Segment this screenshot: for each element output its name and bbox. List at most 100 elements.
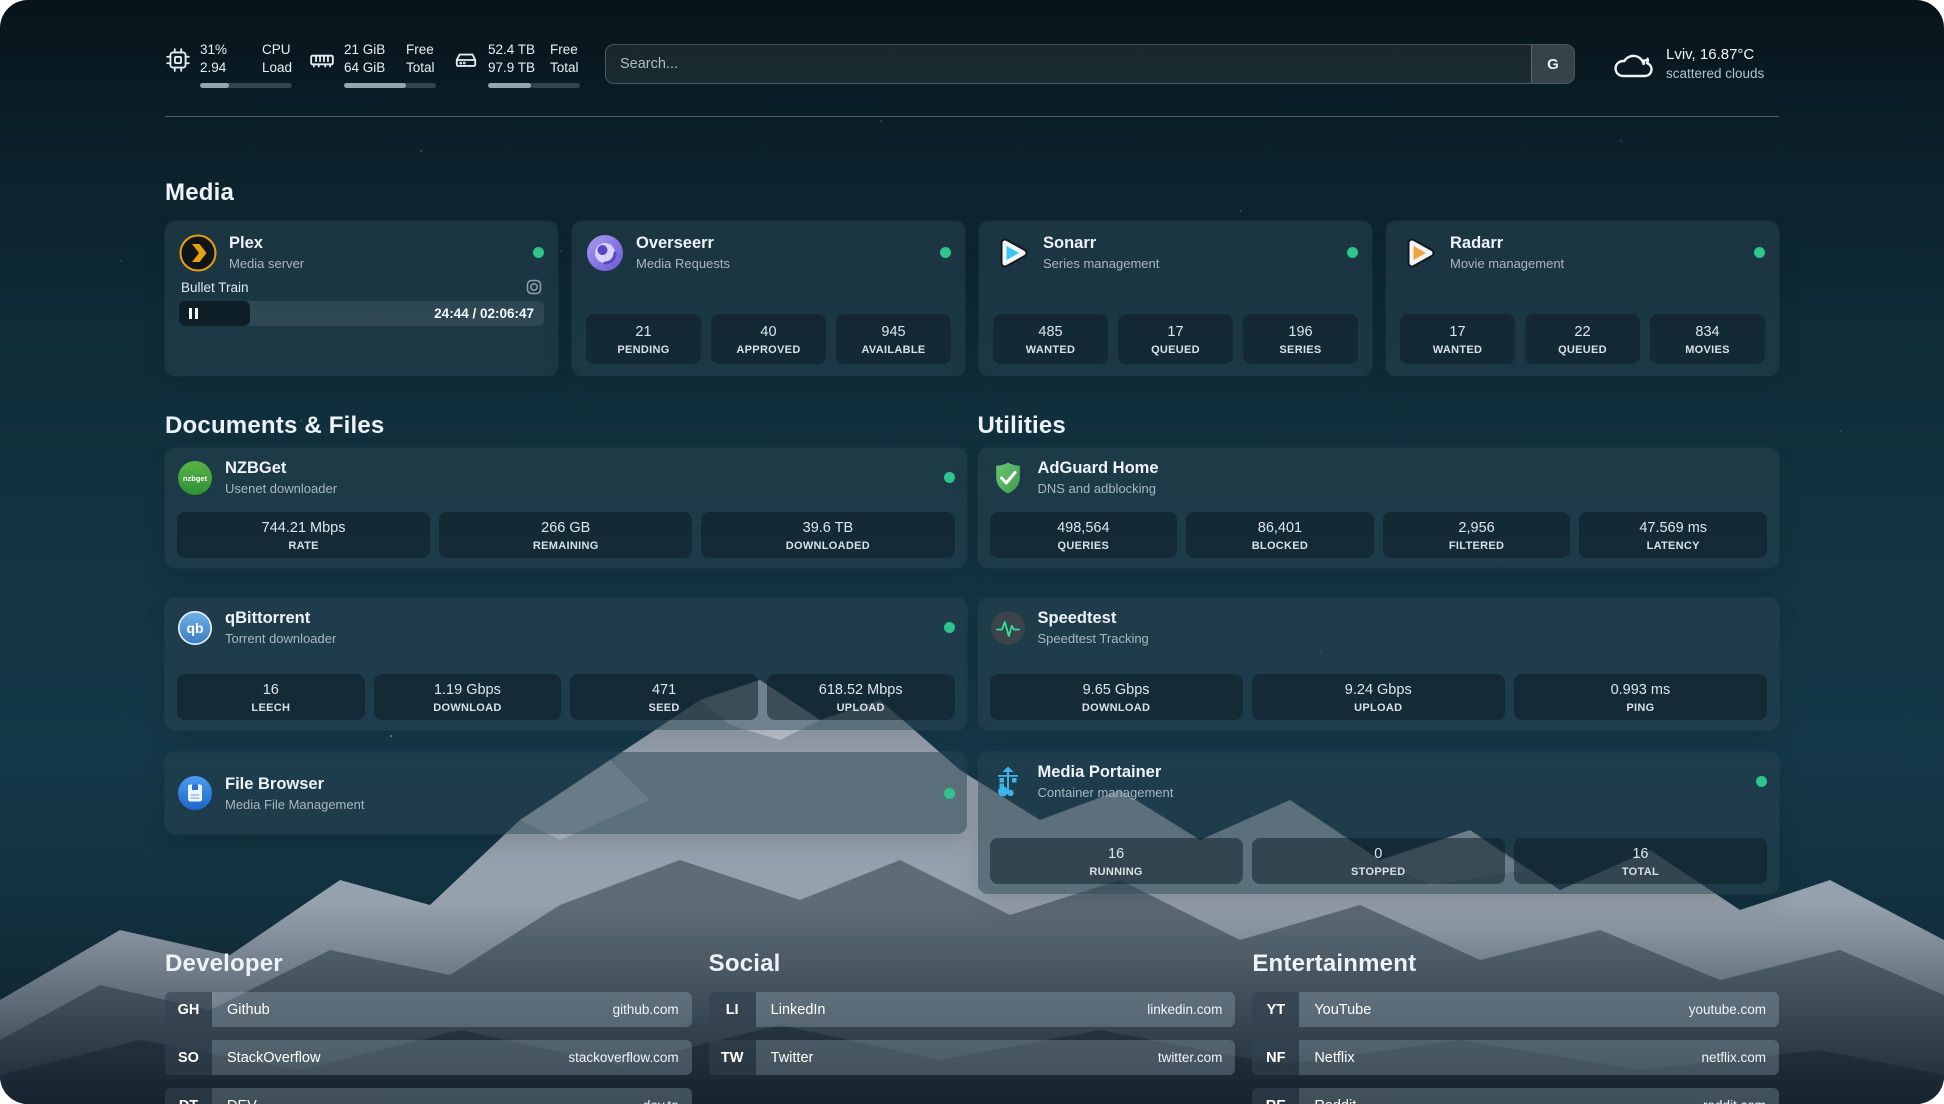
bookmark-domain: linkedin.com xyxy=(1147,992,1235,1027)
bookmark-youtube[interactable]: YT YouTube youtube.com xyxy=(1252,992,1779,1027)
stat-tile: 744.21 MbpsRATE xyxy=(177,512,430,558)
bookmark-name: Netflix xyxy=(1299,1040,1354,1075)
search-bar[interactable]: G xyxy=(605,44,1575,84)
status-dot-online xyxy=(1347,247,1358,258)
service-description: Media server xyxy=(229,255,304,272)
disk-widget: 52.4 TB 97.9 TB Free Total xyxy=(453,41,583,88)
bookmark-domain: dev.to xyxy=(643,1088,692,1104)
section-title-media: Media xyxy=(165,179,1779,207)
bookmark-linkedin[interactable]: LI LinkedIn linkedin.com xyxy=(709,992,1236,1027)
stat-tile: 39.6 TBDOWNLOADED xyxy=(701,512,954,558)
service-description: Series management xyxy=(1043,255,1159,272)
service-name: Media Portainer xyxy=(1038,762,1174,782)
service-name: File Browser xyxy=(225,774,364,794)
bookmark-domain: youtube.com xyxy=(1689,992,1779,1027)
stat-tile: 498,564QUERIES xyxy=(990,512,1178,558)
bookmark-netflix[interactable]: NF Netflix netflix.com xyxy=(1252,1040,1779,1075)
stat-tile: 16RUNNING xyxy=(990,838,1243,884)
disk-icon xyxy=(453,47,479,73)
bookmark-name: Github xyxy=(212,992,270,1027)
speedtest-icon xyxy=(990,610,1026,646)
bookmark-domain: stackoverflow.com xyxy=(568,1040,691,1075)
stat-tile: 86,401BLOCKED xyxy=(1186,512,1374,558)
now-playing-title: Bullet Train xyxy=(181,280,249,295)
media-cards-row: Plex Media server Bullet Train xyxy=(165,221,1779,376)
snow-specks xyxy=(0,0,2,2)
playback-time: 24:44 / 02:06:47 xyxy=(434,306,534,321)
card-filebrowser[interactable]: File Browser Media File Management xyxy=(165,752,967,834)
card-speedtest[interactable]: Speedtest Speedtest Tracking 9.65 GbpsDO… xyxy=(978,598,1780,730)
bookmark-abbr: TW xyxy=(709,1040,756,1075)
card-radarr[interactable]: Radarr Movie management 17WANTED 22QUEUE… xyxy=(1386,221,1779,376)
bookmark-name: DEV xyxy=(212,1088,257,1104)
service-description: Media Requests xyxy=(636,255,730,272)
search-input[interactable] xyxy=(606,45,1531,83)
service-description: Media File Management xyxy=(225,796,364,813)
plex-icon xyxy=(179,234,217,272)
pause-icon[interactable] xyxy=(189,308,198,319)
service-name: NZBGet xyxy=(225,458,337,478)
stat-tile: 17QUEUED xyxy=(1118,314,1233,364)
weather-widget: Lviv, 16.87°C scattered clouds xyxy=(1611,45,1779,83)
svg-text:qb: qb xyxy=(186,620,203,636)
cpu-load-label: Load xyxy=(262,59,292,77)
stat-tile: 16LEECH xyxy=(177,674,365,720)
disk-total-label: Total xyxy=(550,59,579,77)
overseerr-icon xyxy=(586,234,624,272)
card-qbittorrent[interactable]: qb qBittorrent Torrent downloader 16LEEC… xyxy=(165,598,967,730)
player-options-icon[interactable] xyxy=(526,279,542,295)
cloud-icon xyxy=(1611,47,1653,81)
bookmark-github[interactable]: GH Github github.com xyxy=(165,992,692,1027)
utilities-column: AdGuard Home DNS and adblocking 498,564Q… xyxy=(978,448,1780,894)
disk-total-value: 97.9 TB xyxy=(488,59,538,77)
bookmark-name: StackOverflow xyxy=(212,1040,320,1075)
bookmark-name: Twitter xyxy=(756,1040,814,1075)
service-name: Overseerr xyxy=(636,233,730,253)
stat-tile: 9.65 GbpsDOWNLOAD xyxy=(990,674,1243,720)
service-name: qBittorrent xyxy=(225,608,336,628)
adguard-icon xyxy=(990,460,1026,496)
disk-free-label: Free xyxy=(550,41,579,59)
card-portainer[interactable]: Media Portainer Container management 16R… xyxy=(978,752,1780,894)
bookmark-stackoverflow[interactable]: SO StackOverflow stackoverflow.com xyxy=(165,1040,692,1075)
card-plex[interactable]: Plex Media server Bullet Train xyxy=(165,221,558,376)
svg-text:nzbget: nzbget xyxy=(183,474,208,483)
card-adguard[interactable]: AdGuard Home DNS and adblocking 498,564Q… xyxy=(978,448,1780,568)
search-provider-button[interactable]: G xyxy=(1531,45,1574,83)
bookmark-name: LinkedIn xyxy=(756,992,826,1027)
card-overseerr[interactable]: Overseerr Media Requests 21PENDING 40APP… xyxy=(572,221,965,376)
section-title-social: Social xyxy=(709,950,1236,978)
section-title-documents: Documents & Files xyxy=(165,412,967,440)
nzbget-icon: nzbget xyxy=(177,460,213,496)
top-bar: 31% 2.94 CPU Load xyxy=(165,36,1779,92)
bookmark-abbr: NF xyxy=(1252,1040,1299,1075)
service-name: Plex xyxy=(229,233,304,253)
bookmark-twitter[interactable]: TW Twitter twitter.com xyxy=(709,1040,1236,1075)
bookmark-reddit[interactable]: RE Reddit reddit.com xyxy=(1252,1088,1779,1104)
weather-condition: scattered clouds xyxy=(1666,65,1764,83)
bookmark-dev[interactable]: DT DEV dev.to xyxy=(165,1088,692,1104)
card-nzbget[interactable]: nzbget NZBGet Usenet downloader 744.21 M… xyxy=(165,448,967,568)
cpu-icon xyxy=(165,47,191,73)
bookmark-abbr: DT xyxy=(165,1088,212,1104)
bookmark-domain: reddit.com xyxy=(1703,1088,1779,1104)
bookmark-abbr: RE xyxy=(1252,1088,1299,1104)
service-description: Container management xyxy=(1038,784,1174,801)
playback-progress-bar[interactable]: 24:44 / 02:06:47 xyxy=(179,301,544,326)
status-dot-online xyxy=(533,247,544,258)
service-description: DNS and adblocking xyxy=(1038,480,1159,497)
system-stats: 31% 2.94 CPU Load xyxy=(165,41,583,88)
stat-tile: 47.569 msLATENCY xyxy=(1579,512,1767,558)
memory-free-value: 21 GiB xyxy=(344,41,394,59)
status-dot-online xyxy=(944,788,955,799)
plex-now-playing: Bullet Train 24:44 / 02:06:47 xyxy=(179,279,544,326)
service-name: Sonarr xyxy=(1043,233,1159,253)
stat-tile: 266 GBREMAINING xyxy=(439,512,692,558)
status-dot-online xyxy=(1754,247,1765,258)
stat-tile: 1.19 GbpsDOWNLOAD xyxy=(374,674,562,720)
stat-tile: 16TOTAL xyxy=(1514,838,1767,884)
stat-tile: 618.52 MbpsUPLOAD xyxy=(767,674,955,720)
card-sonarr[interactable]: Sonarr Series management 485WANTED 17QUE… xyxy=(979,221,1372,376)
memory-widget: 21 GiB 64 GiB Free Total xyxy=(309,41,439,88)
stat-tile: 945AVAILABLE xyxy=(836,314,951,364)
